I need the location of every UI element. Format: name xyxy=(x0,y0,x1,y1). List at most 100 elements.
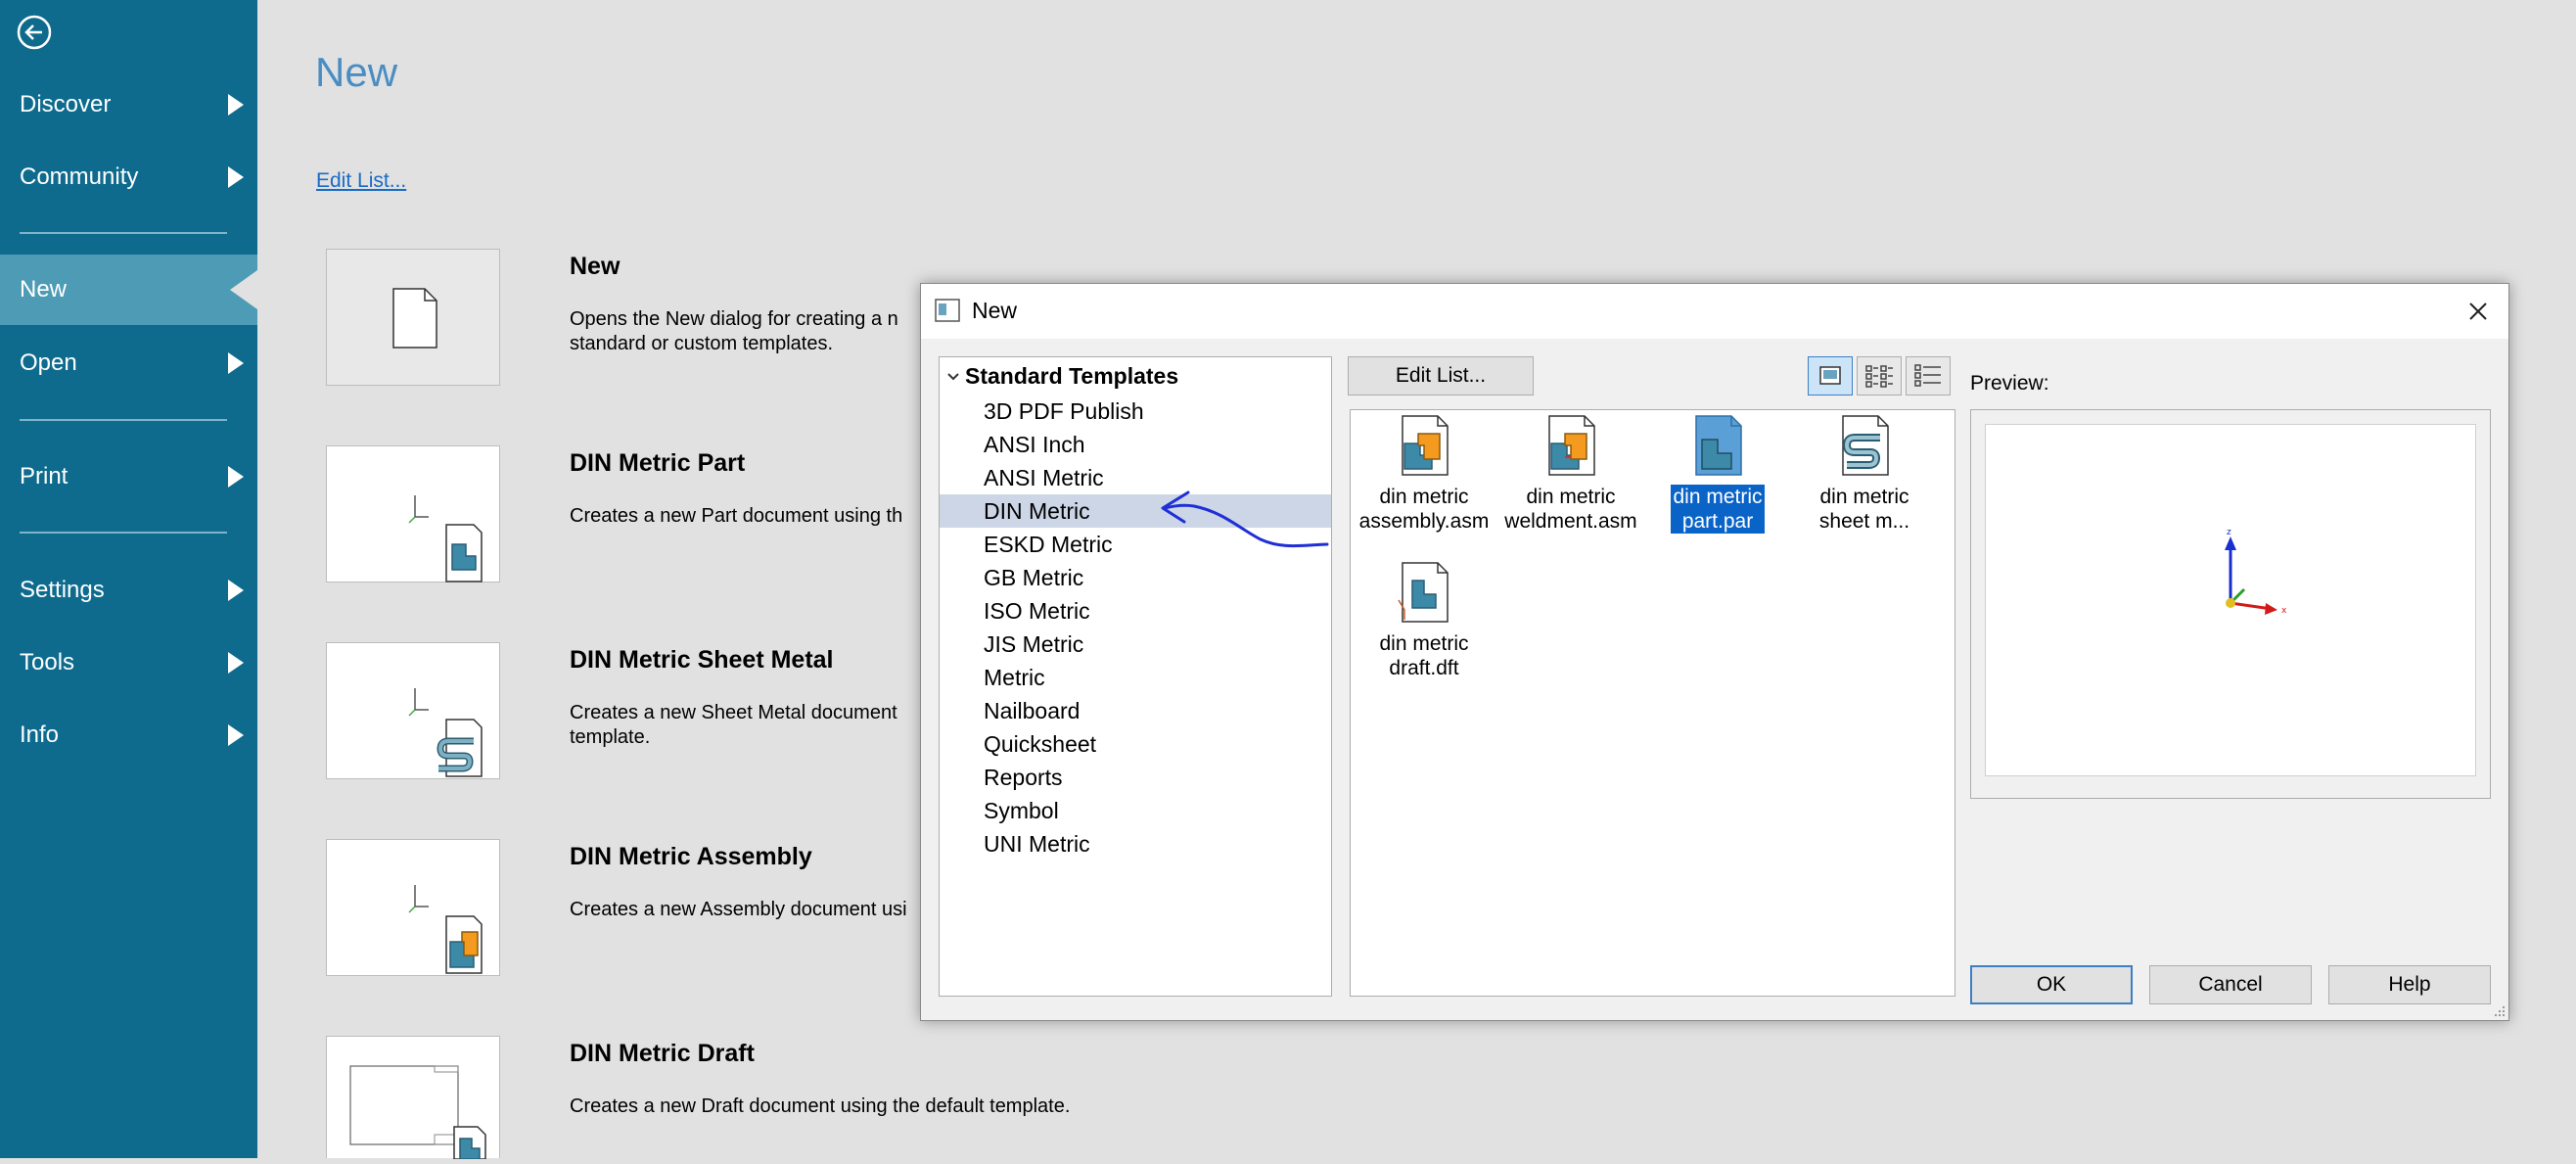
details-view-button[interactable] xyxy=(1906,356,1951,396)
file-item[interactable]: din metric draft.dft xyxy=(1351,557,1497,680)
tree-item[interactable]: Nailboard xyxy=(940,694,1331,727)
large-icons-view-button[interactable] xyxy=(1808,356,1853,396)
large-icons-view-icon xyxy=(1819,366,1841,385)
tree-item[interactable]: Metric xyxy=(940,661,1331,694)
sheet-metal-file-icon xyxy=(1842,415,1889,476)
blank-document-icon xyxy=(392,288,437,349)
template-assembly-description: Creates a new Assembly document usi xyxy=(570,899,907,920)
template-assembly-title[interactable]: DIN Metric Assembly xyxy=(570,843,812,871)
expand-arrow-icon xyxy=(228,166,244,188)
dialog-titlebar[interactable]: New xyxy=(921,284,2508,339)
template-sheet-metal-thumbnail[interactable] xyxy=(326,642,500,779)
template-assembly-thumbnail[interactable] xyxy=(326,839,500,976)
weldment-file-icon xyxy=(1548,415,1595,476)
nav-new-label: New xyxy=(20,276,68,303)
file-item-selected[interactable]: din metric part.par xyxy=(1644,410,1791,534)
nav-tools-label: Tools xyxy=(20,649,75,675)
preview-canvas: z x xyxy=(1985,424,2476,776)
file-item-label: din metric draft.dft xyxy=(1379,632,1469,679)
template-new-title[interactable]: New xyxy=(570,253,620,281)
dialog-title: New xyxy=(972,298,1018,323)
expand-arrow-icon xyxy=(228,466,244,488)
file-item[interactable]: din metric weldment.asm xyxy=(1497,410,1644,534)
nav-settings[interactable]: Settings xyxy=(0,558,257,623)
edit-list-link[interactable]: Edit List... xyxy=(316,169,406,193)
list-view-button[interactable] xyxy=(1857,356,1902,396)
tree-item[interactable]: 3D PDF Publish xyxy=(940,395,1331,428)
template-draft-title[interactable]: DIN Metric Draft xyxy=(570,1040,755,1068)
close-icon xyxy=(2469,303,2487,320)
nav-community[interactable]: Community xyxy=(0,145,257,210)
nav-settings-label: Settings xyxy=(20,577,105,603)
tree-item[interactable]: Reports xyxy=(940,761,1331,794)
page-title: New xyxy=(315,49,398,95)
file-item-label: din metric assembly.asm xyxy=(1358,486,1490,533)
app-window-icon xyxy=(935,299,960,322)
draft-document-icon xyxy=(349,1065,486,1160)
preview-frame: z x xyxy=(1970,409,2491,799)
preview-label: Preview: xyxy=(1970,372,2049,395)
back-button[interactable] xyxy=(16,14,53,51)
nav-discover-label: Discover xyxy=(20,91,112,117)
file-item[interactable]: din metric assembly.asm xyxy=(1351,410,1497,534)
template-part-title[interactable]: DIN Metric Part xyxy=(570,449,745,478)
template-sheet-metal-description: Creates a new Sheet Metal document templ… xyxy=(570,702,897,748)
backstage-sidebar: Discover Community New Open Print Settin… xyxy=(0,0,257,1158)
tree-item[interactable]: ANSI Inch xyxy=(940,428,1331,461)
details-view-icon xyxy=(1914,364,1941,387)
nav-print[interactable]: Print xyxy=(0,444,257,509)
nav-open-label: Open xyxy=(20,349,77,376)
ok-button[interactable]: OK xyxy=(1970,965,2133,1004)
coordinate-axes-icon: z x xyxy=(2225,528,2287,616)
nav-print-label: Print xyxy=(20,463,69,489)
tree-item[interactable]: Symbol xyxy=(940,794,1331,827)
expand-arrow-icon xyxy=(228,580,244,601)
sheet-metal-document-icon xyxy=(408,688,483,777)
tree-item[interactable]: ISO Metric xyxy=(940,594,1331,628)
tree-root-standard-templates[interactable]: Standard Templates xyxy=(945,363,1178,390)
nav-open[interactable]: Open xyxy=(0,331,257,396)
back-arrow-icon xyxy=(17,15,52,50)
edit-list-button[interactable]: Edit List... xyxy=(1348,356,1534,396)
axis-z-label: z xyxy=(2227,528,2231,537)
assembly-document-icon xyxy=(408,885,483,974)
expand-arrow-icon xyxy=(228,352,244,374)
part-file-icon xyxy=(1695,415,1742,476)
list-view-icon xyxy=(1865,365,1893,388)
new-dialog: New Standard Templates 3D PDF Publish AN… xyxy=(920,283,2509,1021)
template-draft-description: Creates a new Draft document using the d… xyxy=(570,1095,1071,1117)
handdrawn-arrow-annotation xyxy=(1161,490,1329,548)
expand-arrow-icon xyxy=(228,652,244,674)
template-part-thumbnail[interactable] xyxy=(326,445,500,582)
nav-community-label: Community xyxy=(20,163,139,190)
cancel-button[interactable]: Cancel xyxy=(2149,965,2312,1004)
file-item-label: din metric part.par xyxy=(1671,485,1765,534)
nav-divider xyxy=(20,532,227,534)
nav-info-label: Info xyxy=(20,722,60,748)
draft-file-icon xyxy=(1398,562,1449,623)
axis-x-label: x xyxy=(2281,606,2287,616)
nav-tools[interactable]: Tools xyxy=(0,630,257,695)
close-button[interactable] xyxy=(2458,292,2499,331)
template-file-list[interactable]: din metric assembly.asm din metric weldm… xyxy=(1350,409,1955,997)
template-part-description: Creates a new Part document using th xyxy=(570,505,903,527)
template-tree[interactable]: Standard Templates 3D PDF Publish ANSI I… xyxy=(939,356,1332,997)
nav-discover[interactable]: Discover xyxy=(0,72,257,137)
nav-divider xyxy=(20,232,227,234)
help-button[interactable]: Help xyxy=(2328,965,2491,1004)
nav-info[interactable]: Info xyxy=(0,703,257,768)
template-draft-thumbnail[interactable] xyxy=(326,1036,500,1160)
tree-item[interactable]: GB Metric xyxy=(940,561,1331,594)
file-item[interactable]: din metric sheet m... xyxy=(1791,410,1938,534)
active-indicator xyxy=(230,270,257,309)
tree-item[interactable]: JIS Metric xyxy=(940,628,1331,661)
resize-grip-icon[interactable] xyxy=(2493,1004,2507,1018)
template-sheet-metal-title[interactable]: DIN Metric Sheet Metal xyxy=(570,646,834,675)
nav-divider xyxy=(20,419,227,421)
tree-item[interactable]: Quicksheet xyxy=(940,727,1331,761)
template-new-description: Opens the New dialog for creating a n st… xyxy=(570,308,898,354)
file-item-label: din metric sheet m... xyxy=(1818,486,1910,533)
tree-item[interactable]: UNI Metric xyxy=(940,827,1331,861)
nav-new[interactable]: New xyxy=(0,255,257,325)
template-new-thumbnail[interactable] xyxy=(326,249,500,386)
